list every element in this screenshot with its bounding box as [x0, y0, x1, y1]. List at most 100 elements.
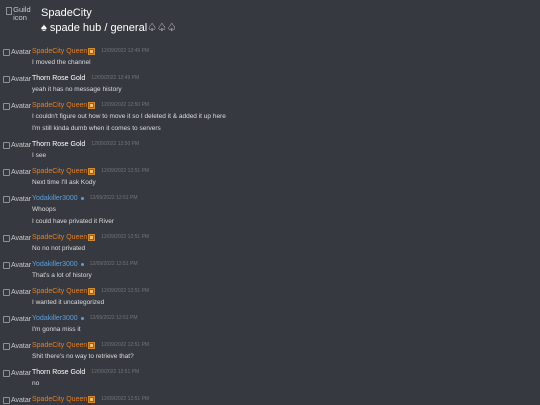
message[interactable]: Avatar SpadeCity Queen 12/09/2022 12:49 PM… [0, 47, 540, 67]
role-badge-icon [88, 234, 96, 241]
timestamp: 12/09/2022 12:51 PM [89, 195, 138, 201]
timestamp: 12/09/2022 12:51 PM [101, 288, 150, 294]
message-meta: Thorn Rose Gold 12/09/2022 12:50 PM [32, 140, 540, 149]
author-name[interactable]: SpadeCity Queen [32, 395, 87, 404]
role-badge-icon [88, 342, 96, 349]
author-name[interactable]: SpadeCity Queen [32, 101, 87, 110]
timestamp: 12/09/2022 12:49 PM [101, 48, 150, 54]
avatar[interactable]: Avatar [3, 195, 32, 226]
message-text: no [32, 380, 40, 387]
message-meta: SpadeCity Queen 12/09/2022 12:51 PM [32, 167, 540, 176]
avatar[interactable]: Avatar [3, 288, 32, 307]
broken-image-icon [3, 262, 10, 269]
author-name[interactable]: SpadeCity Queen [32, 167, 87, 176]
message-body: Yodakiller3000 12/09/2022 12:51 PM I'm gon… [32, 314, 540, 334]
avatar[interactable]: Avatar [3, 102, 32, 133]
channel-name: ♠ spade hub / general♤♤♤ [41, 22, 177, 34]
guild-name: SpadeCity [41, 7, 92, 19]
role-badge-icon [88, 102, 96, 109]
timestamp: 12/09/2022 12:51 PM [89, 315, 138, 321]
timestamp: 12/09/2022 12:50 PM [101, 102, 150, 108]
message[interactable]: Avatar SpadeCity Queen 12/09/2022 12:51 PM… [0, 287, 540, 307]
author-name[interactable]: Thorn Rose Gold [32, 74, 85, 83]
timestamp: 12/09/2022 12:51 PM [101, 168, 150, 174]
avatar[interactable]: Avatar [3, 168, 32, 187]
channel-header: Guild icon SpadeCity ♠ spade hub / gener… [0, 0, 540, 42]
message-text: No no not privated [32, 245, 86, 252]
header-titles: SpadeCity ♠ spade hub / general♤♤♤ [41, 7, 177, 35]
message-text: I'm still kinda dumb when it comes to se… [32, 125, 161, 132]
status-dot-icon [80, 263, 84, 266]
message[interactable]: Avatar SpadeCity Queen 12/09/2022 12:51 PM [0, 395, 540, 405]
broken-image-icon [3, 49, 10, 56]
timestamp: 12/09/2022 12:51 PM [101, 342, 150, 348]
message[interactable]: Avatar Thorn Rose Gold 12/09/2022 12:51 PM… [0, 368, 540, 388]
message[interactable]: Avatar SpadeCity Queen 12/09/2022 12:50 PM… [0, 101, 540, 133]
timestamp: 12/09/2022 12:49 PM [91, 75, 140, 81]
message[interactable]: Avatar SpadeCity Queen 12/09/2022 12:51 PM… [0, 233, 540, 253]
message[interactable]: Avatar SpadeCity Queen 12/09/2022 12:51 PM… [0, 167, 540, 187]
message-text: Next time I'll ask Kody [32, 179, 96, 186]
message-text: That's a lot of history [32, 272, 92, 279]
message-meta: SpadeCity Queen 12/09/2022 12:51 PM [32, 341, 540, 350]
timestamp: 12/09/2022 12:51 PM [89, 261, 138, 267]
avatar[interactable]: Avatar [3, 315, 32, 334]
avatar[interactable]: Avatar [3, 342, 32, 361]
avatar[interactable]: Avatar [3, 48, 32, 67]
author-name[interactable]: Yodakiller3000 [32, 260, 78, 269]
timestamp: 12/09/2022 12:51 PM [101, 396, 150, 402]
message-body: SpadeCity Queen 12/09/2022 12:51 PM Shit t… [32, 341, 540, 361]
message-text: I'm gonna miss it [32, 326, 81, 333]
author-name[interactable]: SpadeCity Queen [32, 287, 87, 296]
broken-image-icon [3, 397, 10, 404]
message-meta: SpadeCity Queen 12/09/2022 12:50 PM [32, 101, 540, 110]
broken-image-icon [3, 289, 10, 296]
avatar-alt-text: Avatar [11, 262, 32, 269]
message-text: I see [32, 152, 47, 159]
author-name[interactable]: SpadeCity Queen [32, 233, 87, 242]
message[interactable]: Avatar SpadeCity Queen 12/09/2022 12:51 PM… [0, 341, 540, 361]
message-list[interactable]: Avatar SpadeCity Queen 12/09/2022 12:49 PM… [0, 47, 540, 405]
avatar-alt-text: Avatar [11, 169, 32, 176]
message-meta: Yodakiller3000 12/09/2022 12:51 PM [32, 314, 540, 323]
avatar-alt-text: Avatar [11, 343, 32, 350]
message[interactable]: Avatar Yodakiller3000 12/09/2022 12:51 PM I… [0, 314, 540, 334]
guild-icon-alt: Guild icon [13, 5, 31, 22]
timestamp: 12/09/2022 12:50 PM [91, 141, 140, 147]
message[interactable]: Avatar Thorn Rose Gold 12/09/2022 12:50 PM… [0, 140, 540, 160]
message-text: I wanted it uncategorized [32, 299, 105, 306]
author-name[interactable]: Yodakiller3000 [32, 194, 78, 203]
message[interactable]: Avatar Thorn Rose Gold 12/09/2022 12:49 PM… [0, 74, 540, 94]
author-name[interactable]: Yodakiller3000 [32, 314, 78, 323]
broken-image-icon [6, 7, 13, 15]
avatar-alt-text: Avatar [11, 316, 32, 323]
avatar[interactable]: Avatar [3, 261, 32, 280]
timestamp: 12/09/2022 12:51 PM [101, 234, 150, 240]
message[interactable]: Avatar Yodakiller3000 12/09/2022 12:51 PM T… [0, 260, 540, 280]
author-name[interactable]: SpadeCity Queen [32, 341, 87, 350]
timestamp: 12/09/2022 12:51 PM [91, 369, 140, 375]
broken-image-icon [3, 370, 10, 377]
author-name[interactable]: Thorn Rose Gold [32, 140, 85, 149]
author-name[interactable]: SpadeCity Queen [32, 47, 87, 56]
broken-image-icon [3, 103, 10, 110]
message-text: yeah it has no message history [32, 86, 122, 93]
author-name[interactable]: Thorn Rose Gold [32, 368, 85, 377]
message-text: Whoops [32, 206, 56, 213]
avatar[interactable]: Avatar [3, 234, 32, 253]
message-text: Shit there's no way to retrieve that? [32, 353, 134, 360]
avatar[interactable]: Avatar [3, 75, 32, 94]
role-badge-icon [88, 396, 96, 403]
status-dot-icon [80, 197, 84, 200]
message-body: Thorn Rose Gold 12/09/2022 12:50 PM I see [32, 140, 540, 160]
avatar[interactable]: Avatar [3, 141, 32, 160]
avatar-alt-text: Avatar [11, 103, 32, 110]
message-meta: Thorn Rose Gold 12/09/2022 12:49 PM [32, 74, 540, 83]
message-meta: Yodakiller3000 12/09/2022 12:51 PM [32, 194, 540, 203]
avatar[interactable]: Avatar [3, 396, 32, 405]
message-body: Yodakiller3000 12/09/2022 12:51 PM Whoops I… [32, 194, 540, 226]
avatar-alt-text: Avatar [11, 142, 32, 149]
message[interactable]: Avatar Yodakiller3000 12/09/2022 12:51 PM W… [0, 194, 540, 226]
guild-icon[interactable]: Guild icon [6, 6, 36, 32]
avatar[interactable]: Avatar [3, 369, 32, 388]
